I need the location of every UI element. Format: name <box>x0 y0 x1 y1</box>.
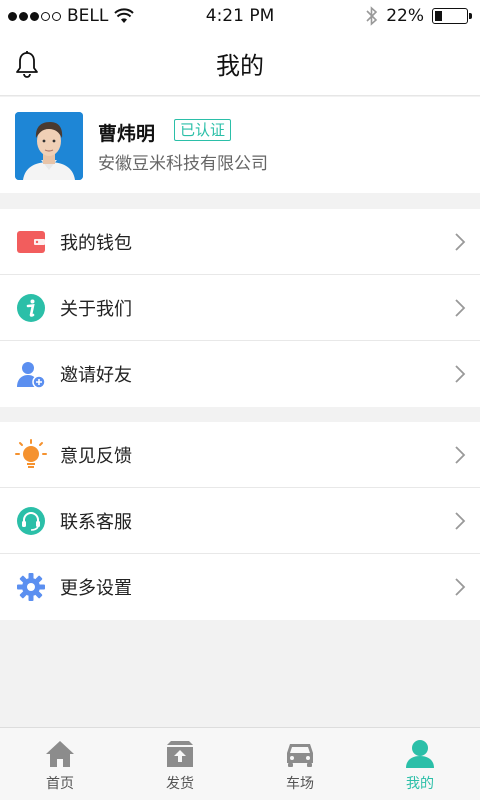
menu-label: 更多设置 <box>60 578 132 599</box>
home-icon <box>44 738 76 770</box>
shipment-icon <box>164 738 196 770</box>
battery-percent: 22% <box>386 6 424 26</box>
bell-icon[interactable] <box>14 50 40 78</box>
lightbulb-icon <box>15 439 47 471</box>
menu-label: 我的钱包 <box>60 232 132 254</box>
menu-item-invite[interactable]: 邀请好友 <box>0 341 480 407</box>
menu-label: 联系客服 <box>60 511 132 533</box>
menu-label: 关于我们 <box>60 298 132 320</box>
car-icon <box>284 738 316 770</box>
info-icon <box>15 292 47 324</box>
menu-group-account: 我的钱包 关于我们 邀请好友 <box>0 209 480 407</box>
profile-card[interactable]: 曹炜明 已认证 安徽豆米科技有限公司 <box>0 97 480 193</box>
company-name: 安徽豆米科技有限公司 <box>98 154 268 174</box>
chevron-right-icon <box>455 446 466 464</box>
menu-item-feedback[interactable]: 意见反馈 <box>0 422 480 488</box>
tab-home[interactable]: 首页 <box>0 728 120 800</box>
chevron-right-icon <box>455 299 466 317</box>
menu-item-about[interactable]: 关于我们 <box>0 275 480 341</box>
menu-label: 意见反馈 <box>60 445 132 467</box>
menu-item-customer-service[interactable]: 联系客服 <box>0 488 480 554</box>
chevron-right-icon <box>455 578 466 596</box>
status-right: 22% <box>366 6 472 26</box>
tab-label: 发货 <box>166 776 194 792</box>
invite-user-icon <box>15 358 47 390</box>
avatar-photo <box>15 112 83 180</box>
tab-mine[interactable]: 我的 <box>360 728 480 800</box>
header: 我的 <box>0 32 480 96</box>
verified-badge: 已认证 <box>174 119 232 141</box>
tab-shipment[interactable]: 发货 <box>120 728 240 800</box>
bluetooth-icon <box>366 6 378 26</box>
menu-item-wallet[interactable]: 我的钱包 <box>0 209 480 275</box>
wallet-icon <box>15 226 47 258</box>
menu-label: 邀请好友 <box>60 365 132 386</box>
avatar[interactable] <box>15 112 83 180</box>
menu-item-settings[interactable]: 更多设置 <box>0 554 480 620</box>
user-icon <box>404 738 436 770</box>
tab-bar: 首页 发货 车场 我的 <box>0 727 480 800</box>
menu-group-support: 意见反馈 联系客服 更多设置 <box>0 422 480 620</box>
tab-label: 首页 <box>46 776 74 792</box>
tab-parking[interactable]: 车场 <box>240 728 360 800</box>
tab-label: 车场 <box>286 776 314 792</box>
chevron-right-icon <box>455 233 466 251</box>
status-bar: BELL 4:21 PM 22% <box>0 0 480 32</box>
battery-icon <box>432 8 472 24</box>
gear-icon <box>15 571 47 603</box>
user-name: 曹炜明 <box>98 123 156 145</box>
tab-label: 我的 <box>406 776 434 792</box>
chevron-right-icon <box>455 365 466 383</box>
page-title: 我的 <box>216 52 264 80</box>
chevron-right-icon <box>455 512 466 530</box>
headset-icon <box>15 505 47 537</box>
